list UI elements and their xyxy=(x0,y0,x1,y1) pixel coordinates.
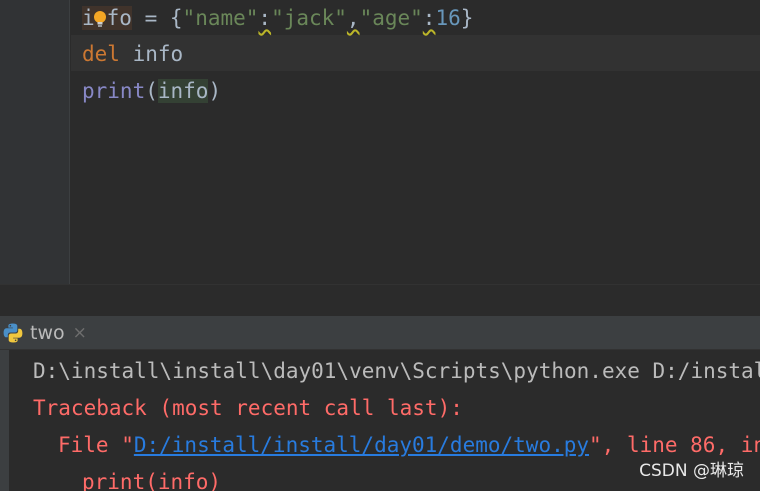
console-code-line: print(info) xyxy=(82,470,222,491)
console-command-line: D:\install\install\day01\venv\Scripts\py… xyxy=(33,359,760,383)
console-left-strip xyxy=(0,350,9,491)
file-link[interactable]: D:/install/install/day01/demo/two.py xyxy=(134,433,589,457)
console-traceback-header: Traceback (most recent call last): xyxy=(33,396,463,420)
code-line-2[interactable]: del info xyxy=(82,36,183,72)
string-age: "age" xyxy=(359,6,423,30)
code-line-1[interactable]: i fo = {"name":"jack","age":16} xyxy=(82,0,473,36)
run-toolwindow-header: two × xyxy=(0,316,760,350)
editor-gutter[interactable] xyxy=(0,0,70,284)
string-name: "name" xyxy=(182,6,259,30)
info-variable-highlight[interactable]: info xyxy=(157,79,209,103)
watermark: CSDN @琳琼 xyxy=(639,461,744,481)
print-builtin[interactable]: print xyxy=(82,79,145,103)
close-icon[interactable]: × xyxy=(73,323,87,343)
number-16: 16 xyxy=(435,6,461,30)
lightbulb-icon[interactable] xyxy=(93,10,107,29)
code-editor[interactable]: i fo = {"name":"jack","age":16} del info … xyxy=(0,0,760,284)
string-jack: "jack" xyxy=(271,6,347,30)
tab-label: two xyxy=(30,322,65,344)
editor-bottom-area xyxy=(0,284,760,316)
code-line-3[interactable]: print(info) xyxy=(82,73,221,109)
info-variable[interactable]: info xyxy=(133,42,184,66)
del-keyword: del xyxy=(82,42,120,66)
tab-run-two[interactable]: two × xyxy=(0,316,87,350)
python-icon xyxy=(3,323,23,343)
